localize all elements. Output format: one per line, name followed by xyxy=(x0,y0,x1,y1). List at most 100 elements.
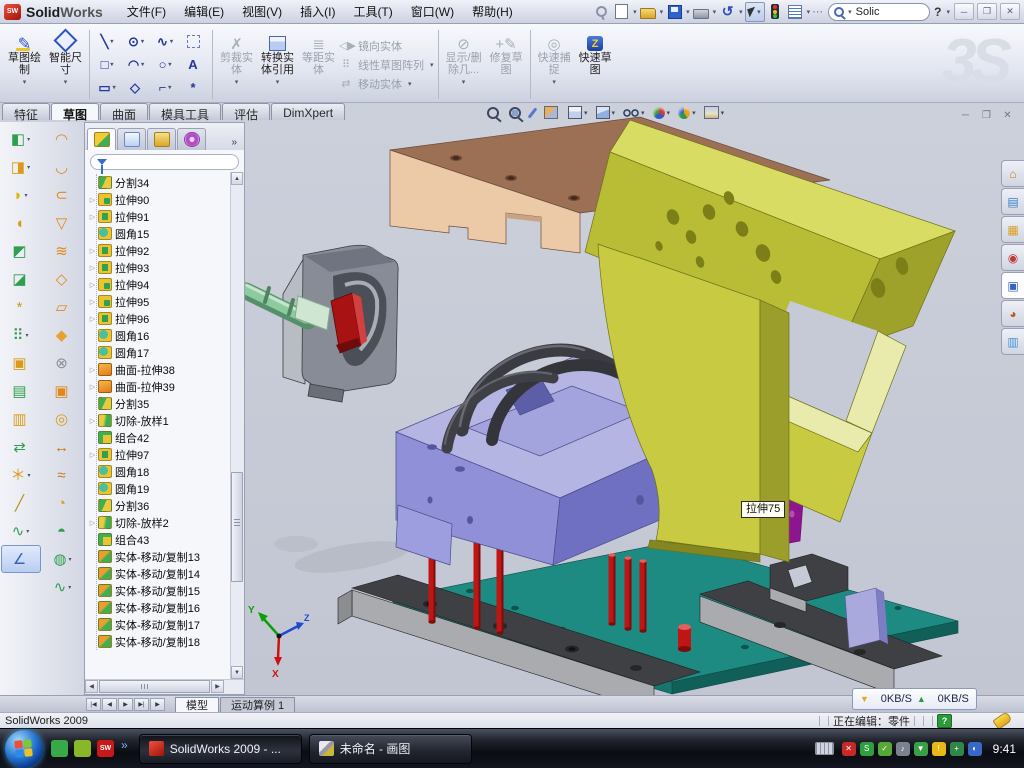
sketch-fillet[interactable]: ⌐▾ xyxy=(151,76,180,99)
trim-entities-button[interactable]: ✗剪裁实 体▾ xyxy=(216,27,257,102)
line[interactable]: ╲▾ xyxy=(93,30,122,53)
expand-arrow-icon[interactable] xyxy=(87,247,98,255)
task-button[interactable]: 未命名 - 画图 xyxy=(309,734,472,764)
tree-item[interactable]: 实体-移动/复制14 xyxy=(87,565,230,582)
reference-geometry[interactable]: ╱ xyxy=(1,489,41,517)
command-tab[interactable]: 模具工具 xyxy=(149,103,221,120)
expand-arrow-icon[interactable] xyxy=(87,451,98,459)
quick-tips-button[interactable]: ? xyxy=(937,714,952,728)
expand-arrow-icon[interactable] xyxy=(87,213,98,221)
tab-nav-button[interactable]: ▶ xyxy=(150,698,165,711)
volume[interactable]: ♪ xyxy=(896,742,910,756)
thicken[interactable]: ◎ xyxy=(43,405,83,433)
command-tab[interactable]: DimXpert xyxy=(271,103,345,120)
offset-entities-button[interactable]: ≣等距实 体 xyxy=(298,27,339,102)
hide-show-items[interactable]: ▾ xyxy=(623,109,646,117)
scroll-down-button[interactable]: ▼ xyxy=(231,666,243,679)
motion-study-tab[interactable]: 运动算例 1 xyxy=(220,697,295,712)
tab-nav-button[interactable]: |◀ xyxy=(86,698,101,711)
menu-item[interactable]: 工具(T) xyxy=(344,0,401,23)
start-button[interactable] xyxy=(5,730,43,768)
expand-arrow-icon[interactable] xyxy=(87,264,98,272)
undo-button[interactable]: ↺ xyxy=(718,2,737,21)
surface-loft[interactable]: ▽ xyxy=(43,209,83,237)
scroll-up-button[interactable]: ▲ xyxy=(231,172,243,185)
model-tab[interactable]: 模型 xyxy=(175,697,219,712)
expand-arrow-icon[interactable] xyxy=(87,417,98,425)
custom-properties[interactable]: ▥ xyxy=(1001,328,1024,355)
tree-item[interactable]: 切除-放样2 xyxy=(87,514,230,531)
tree-filter-box[interactable] xyxy=(90,154,239,170)
magnified-selection[interactable] xyxy=(531,107,537,119)
configuration-manager[interactable] xyxy=(147,128,176,150)
new-file-button[interactable] xyxy=(612,2,631,21)
tree-item[interactable]: 切除-放样1 xyxy=(87,412,230,429)
tab-nav-button[interactable]: ▶| xyxy=(134,698,149,711)
tree-item[interactable]: 分割34 xyxy=(87,174,230,191)
menu-item[interactable]: 文件(F) xyxy=(118,0,175,23)
expand-arrow-icon[interactable] xyxy=(87,366,98,374)
section-view[interactable] xyxy=(544,106,561,119)
tree-item[interactable]: 圆角19 xyxy=(87,480,230,497)
command-tab[interactable]: 特征 xyxy=(2,103,50,120)
dimxpert-manager[interactable] xyxy=(177,128,206,150)
panel-more-button[interactable]: » xyxy=(226,137,242,150)
tree-item[interactable]: 拉伸96 xyxy=(87,310,230,327)
menu-item[interactable]: 编辑(E) xyxy=(175,0,233,23)
expand-arrow-icon[interactable] xyxy=(87,196,98,204)
tree-item[interactable]: 实体-移动/复制15 xyxy=(87,582,230,599)
circle[interactable]: ⊙▾ xyxy=(122,30,151,53)
solidworks-resources[interactable]: ⌂ xyxy=(1001,160,1024,187)
select-box[interactable] xyxy=(180,30,209,53)
search-box[interactable]: ▾Solic xyxy=(828,3,930,21)
menu-item[interactable]: 窗口(W) xyxy=(402,0,463,23)
view-orientation[interactable]: ▾ xyxy=(568,106,589,119)
quick-snaps-button[interactable]: ◎快速捕 捉▾ xyxy=(534,27,575,102)
tree-item[interactable]: 实体-移动/复制17 xyxy=(87,616,230,633)
scroll-right-button[interactable]: ▶ xyxy=(211,680,224,693)
text[interactable]: A xyxy=(180,53,209,76)
select-tool-button[interactable]: ◤▾ xyxy=(745,2,765,22)
tree-item[interactable]: 拉伸94 xyxy=(87,276,230,293)
network-speed-overlay[interactable]: ▼ 0KB/S ▲ 0KB/S xyxy=(852,688,977,710)
move-entities[interactable]: ⇄移动实体▾ xyxy=(339,76,435,92)
curve[interactable]: ∿▾ xyxy=(1,517,41,545)
linear-sketch-pattern[interactable]: ⠿线性草图阵列▾ xyxy=(339,57,435,73)
point[interactable]: * xyxy=(180,76,209,99)
defender-shield[interactable]: + xyxy=(950,742,964,756)
tree-item[interactable]: 组合43 xyxy=(87,531,230,548)
extruded-cut[interactable]: ◩ xyxy=(1,237,41,265)
quick-launch-chevron[interactable]: » xyxy=(121,738,128,752)
convert-entities-button[interactable]: 转换实 体引用▾ xyxy=(257,27,298,102)
tree-item[interactable]: 曲面-拉伸39 xyxy=(87,378,230,395)
view-palette[interactable]: ▣ xyxy=(1001,272,1024,299)
restore-button[interactable]: ❐ xyxy=(977,3,997,20)
hole-wizard[interactable]: * xyxy=(1,293,41,321)
taskbar-clock[interactable]: 9:41 xyxy=(993,742,1016,756)
intersect[interactable]: ◍▾ xyxy=(43,545,83,573)
swept-boss[interactable]: ◖ xyxy=(1,209,41,237)
menu-item[interactable]: 帮助(H) xyxy=(463,0,522,23)
revolved-cut[interactable]: ◪ xyxy=(1,265,41,293)
polygon[interactable]: ◇ xyxy=(122,76,151,99)
tree-item[interactable]: 拉伸93 xyxy=(87,259,230,276)
ellipse[interactable]: ○▾ xyxy=(151,53,180,76)
rapid-sketch-button[interactable]: Z快速草 图 xyxy=(575,27,616,102)
menu-item[interactable]: 视图(V) xyxy=(233,0,291,23)
surface-extrude[interactable]: ◠ xyxy=(43,125,83,153)
surface-revolve[interactable]: ◡ xyxy=(43,153,83,181)
tree-item[interactable]: 曲面-拉伸38 xyxy=(87,361,230,378)
tree-item[interactable]: 组合42 xyxy=(87,429,230,446)
update-badge[interactable]: ✓ xyxy=(878,742,892,756)
tree-vertical-scrollbar[interactable]: ▲ ▼ xyxy=(230,172,244,679)
tree-item[interactable]: 实体-移动/复制16 xyxy=(87,599,230,616)
save-button[interactable] xyxy=(665,2,684,21)
tree-item[interactable]: 拉伸90 xyxy=(87,191,230,208)
expand-arrow-icon[interactable] xyxy=(87,281,98,289)
slot[interactable]: ▭▾ xyxy=(93,76,122,99)
combine[interactable]: ▥ xyxy=(1,405,41,433)
tree-item[interactable]: 拉伸97 xyxy=(87,446,230,463)
scroll-left-button[interactable]: ◀ xyxy=(85,680,98,693)
minimize-button[interactable]: ─ xyxy=(954,3,974,20)
live-messenger[interactable]: ◐ xyxy=(968,742,982,756)
